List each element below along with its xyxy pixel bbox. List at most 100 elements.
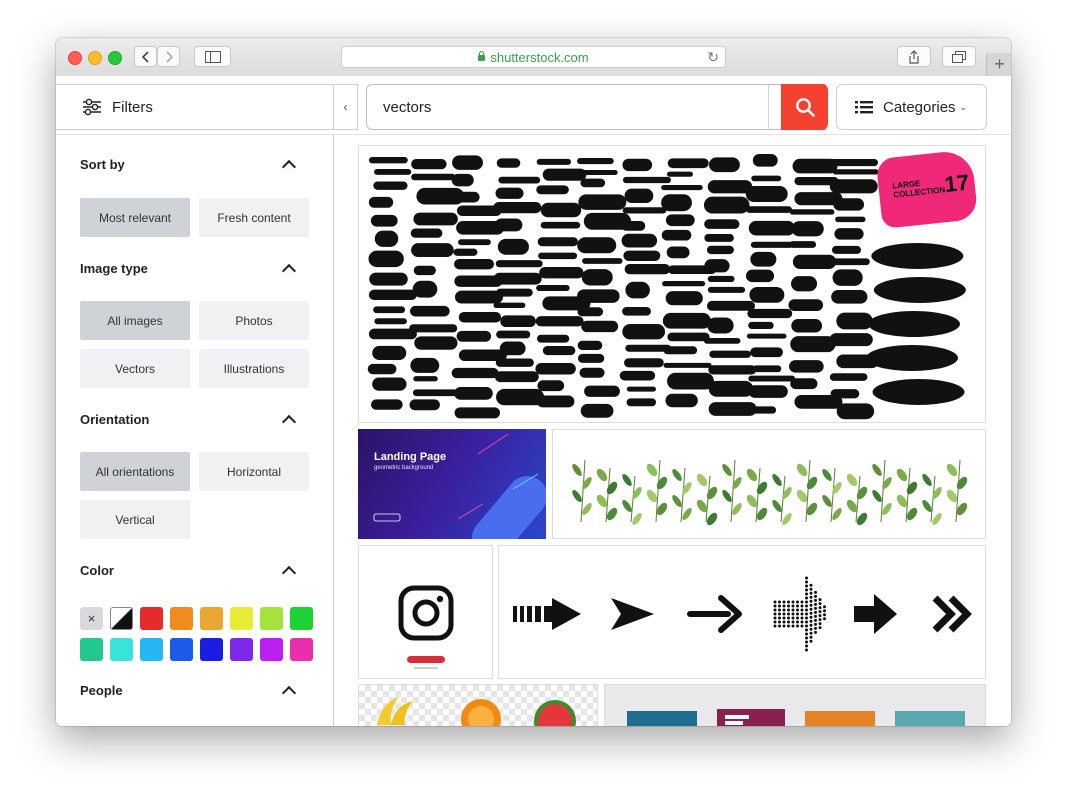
color-swatch[interactable]: [110, 638, 133, 661]
back-button[interactable]: [134, 46, 157, 67]
brush-stroke: [707, 317, 734, 334]
brush-stroke: [829, 258, 870, 266]
brush-stroke: [535, 316, 584, 327]
image-type-option[interactable]: Photos: [199, 301, 309, 340]
brush-stroke: [374, 168, 412, 175]
color-header[interactable]: Color: [80, 563, 298, 580]
categories-dropdown[interactable]: Categories ⌄: [836, 84, 987, 130]
image-type-option[interactable]: All images: [80, 301, 190, 340]
brush-stroke: [666, 246, 690, 259]
orientation-header[interactable]: Orientation: [80, 412, 298, 429]
brush-stroke: [789, 360, 824, 373]
brush-stroke: [495, 260, 543, 268]
color-swatch[interactable]: [290, 638, 313, 661]
section-title: Orientation: [80, 412, 150, 427]
forward-button[interactable]: [157, 46, 180, 67]
image-type-header[interactable]: Image type: [80, 261, 298, 278]
chevron-left-icon: [141, 50, 149, 63]
brush-stroke: [707, 300, 756, 311]
brush-stroke: [745, 269, 775, 283]
close-window-button[interactable]: [68, 51, 82, 65]
color-swatch-bw[interactable]: [110, 607, 133, 630]
brush-stroke: [493, 202, 542, 214]
sort-option[interactable]: Fresh content: [199, 198, 309, 237]
brush-stroke: [374, 230, 399, 247]
reload-icon[interactable]: ↻: [707, 49, 719, 66]
color-swatch[interactable]: [200, 607, 223, 630]
sort-option[interactable]: Most relevant: [80, 198, 190, 237]
result-grunge-brushes[interactable]: LARGE COLLECTION 17: [358, 145, 986, 423]
brush-stroke: [703, 196, 750, 214]
color-swatch[interactable]: [290, 607, 313, 630]
result-green-leaves[interactable]: [552, 429, 986, 539]
orientation-option[interactable]: All orientations: [80, 452, 190, 491]
brush-stroke: [451, 173, 474, 187]
brush-stroke: [830, 389, 860, 399]
brush-stroke: [662, 312, 711, 329]
brush-stroke: [372, 377, 407, 391]
leaf-sprig: [796, 459, 818, 523]
result-fruits[interactable]: [358, 684, 598, 726]
brush-stroke: [665, 214, 695, 227]
brush-stroke: [832, 269, 863, 286]
section-title: Image type: [80, 261, 148, 276]
close-icon: ×: [87, 611, 96, 626]
search-button[interactable]: [781, 84, 828, 130]
sort-by-header[interactable]: Sort by: [80, 157, 298, 174]
minimize-window-button[interactable]: [88, 51, 102, 65]
brush-stroke: [582, 258, 623, 264]
color-clear-swatch[interactable]: ×: [80, 607, 103, 630]
brush-stroke: [409, 324, 458, 333]
collapse-sidebar-button[interactable]: ‹: [334, 84, 358, 130]
leaf-sprig: [596, 467, 618, 523]
brush-stroke: [622, 306, 651, 316]
color-swatch[interactable]: [170, 638, 193, 661]
brush-stroke: [666, 171, 693, 177]
tabs-overview-button[interactable]: [942, 46, 976, 67]
brush-stroke: [373, 306, 406, 314]
brush-stroke: [752, 154, 778, 167]
brush-stroke: [626, 398, 657, 407]
leaf-sprig: [872, 459, 892, 523]
color-swatch[interactable]: [230, 607, 253, 630]
brush-stroke: [498, 176, 541, 184]
new-tab-button[interactable]: +: [986, 53, 1011, 76]
result-landing-page[interactable]: Landing Page geometric background: [358, 429, 546, 539]
brush-stroke: [538, 252, 578, 260]
orientation-option[interactable]: Vertical: [80, 500, 190, 539]
color-swatch[interactable]: [170, 607, 193, 630]
leaf-sprig: [922, 474, 942, 525]
brush-stroke: [537, 380, 565, 392]
chevron-right-icon: [165, 50, 173, 63]
book-covers-image: [627, 709, 965, 726]
brush-stroke: [835, 216, 866, 223]
search-input[interactable]: [367, 97, 715, 117]
leaf-sprig: [672, 467, 692, 523]
result-arrows[interactable]: [498, 545, 986, 679]
color-swatch[interactable]: [230, 638, 253, 661]
sidebar-toggle-button[interactable]: [194, 46, 231, 67]
color-swatch[interactable]: [200, 638, 223, 661]
brush-stroke: [751, 175, 782, 182]
people-header[interactable]: People: [80, 683, 298, 700]
filters-toggle[interactable]: Filters: [56, 84, 334, 130]
brush-stroke: [622, 176, 671, 184]
orientation-option[interactable]: Horizontal: [199, 452, 309, 491]
color-swatch[interactable]: [260, 607, 283, 630]
share-button[interactable]: [897, 46, 931, 67]
brush-stroke: [413, 376, 438, 382]
color-swatch[interactable]: [140, 638, 163, 661]
brush-stroke: [661, 185, 703, 191]
zoom-window-button[interactable]: [108, 51, 122, 65]
image-type-option[interactable]: Vectors: [80, 349, 190, 388]
image-type-option[interactable]: Illustrations: [199, 349, 309, 388]
result-instagram-icon[interactable]: [358, 545, 493, 679]
brush-stroke: [665, 291, 703, 306]
brush-stroke: [708, 365, 757, 375]
color-swatch[interactable]: [80, 638, 103, 661]
color-swatch[interactable]: [260, 638, 283, 661]
color-swatch[interactable]: [140, 607, 163, 630]
result-book-covers[interactable]: [604, 684, 986, 726]
address-bar[interactable]: shutterstock.com ↻: [341, 46, 726, 68]
tabs-icon: [952, 50, 966, 63]
